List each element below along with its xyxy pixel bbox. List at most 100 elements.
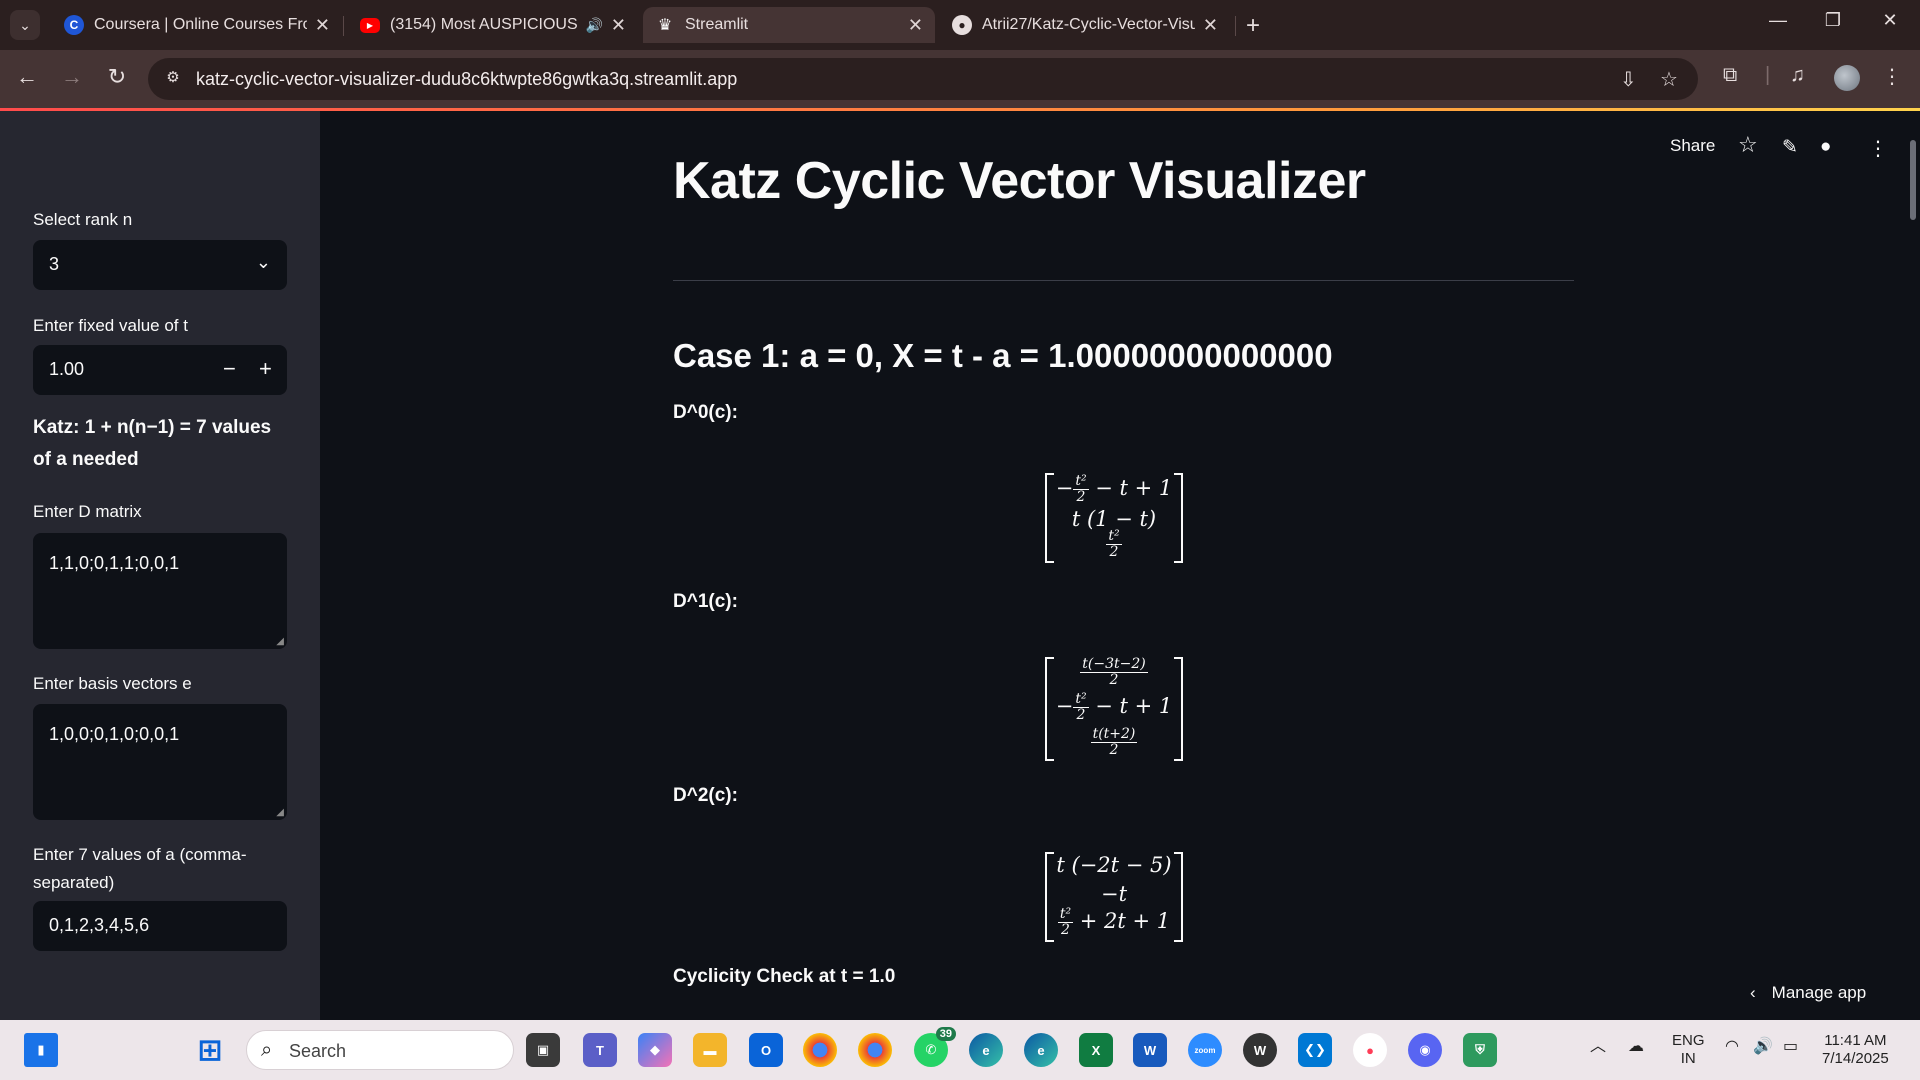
title-divider — [673, 280, 1574, 281]
discord-icon[interactable]: ◉ — [1408, 1033, 1442, 1067]
speaker-icon[interactable]: 🔊 — [585, 17, 602, 34]
onedrive-icon[interactable]: ☁ — [1628, 1038, 1644, 1056]
github-icon: ● — [952, 15, 972, 35]
basis-textarea[interactable]: 1,0,0;0,1,0;0,0,1 ◢ — [33, 704, 287, 820]
denominator: 2 — [1109, 672, 1119, 688]
t-label: Enter fixed value of t — [33, 316, 188, 335]
minimize-icon[interactable]: — — [1758, 10, 1798, 31]
resize-grip-icon[interactable]: ◢ — [276, 636, 284, 647]
app-red-icon[interactable]: ● — [1353, 1033, 1387, 1067]
github-icon[interactable]: ● — [1820, 136, 1831, 158]
reload-icon[interactable]: ↻ — [102, 64, 132, 90]
close-icon[interactable]: ✕ — [611, 15, 626, 36]
d0-label: D^0(c): — [673, 402, 738, 423]
t-number-input[interactable]: 1.00 − + — [33, 345, 287, 395]
taskbar-search[interactable]: ⌕ Search — [246, 1030, 514, 1070]
browser-menu-icon[interactable]: ⋮ — [1882, 64, 1902, 89]
katz-note: Katz: 1 + n(n−1) = 7 values of a needed — [33, 417, 272, 470]
streamlit-icon: ♛ — [657, 17, 673, 34]
scrollbar-thumb[interactable] — [1910, 140, 1916, 220]
extensions-icon[interactable]: ⧉ — [1723, 64, 1737, 87]
denominator: 2 — [1061, 922, 1070, 938]
chevron-left-icon: ‹ — [1750, 983, 1756, 1002]
profile-avatar[interactable] — [1834, 65, 1860, 91]
teams-icon[interactable]: T — [583, 1033, 617, 1067]
fraction: t² 2 — [1073, 691, 1089, 723]
vscode-icon[interactable]: ❮❯ — [1298, 1033, 1332, 1067]
omnibox[interactable]: ⚙ katz-cyclic-vector-visualizer-dudu8c6k… — [148, 58, 1698, 100]
chevron-up-icon[interactable]: ︿ — [1590, 1038, 1606, 1056]
wordpress-icon[interactable]: W — [1243, 1033, 1277, 1067]
clock[interactable]: 11:41 AM 7/14/2025 — [1822, 1032, 1889, 1068]
new-tab-button[interactable]: + — [1246, 12, 1260, 40]
manage-app-button[interactable]: ‹ Manage app — [1750, 983, 1866, 1003]
bookmark-star-icon[interactable]: ☆ — [1660, 67, 1678, 92]
resize-grip-icon[interactable]: ◢ — [276, 807, 284, 818]
sidebar: Select rank n 3 ⌄ Enter fixed value of t… — [0, 111, 320, 1020]
url-text[interactable]: katz-cyclic-vector-visualizer-dudu8c6ktw… — [196, 69, 737, 90]
address-bar: ← → ↻ ⚙ katz-cyclic-vector-visualizer-du… — [0, 50, 1920, 108]
tab-github[interactable]: ● Atrii27/Katz-Cyclic-Vector-Visu ✕ — [940, 7, 1230, 43]
rank-select[interactable]: 3 ⌄ — [33, 240, 287, 290]
widgets-icon[interactable]: ▮ — [24, 1033, 58, 1067]
edge-icon[interactable]: e — [969, 1033, 1003, 1067]
basis-value: 1,0,0;0,1,0;0,0,1 — [49, 724, 180, 744]
t-value[interactable]: 1.00 — [49, 359, 84, 380]
tab-youtube[interactable]: ▶ (3154) Most AUSPICIOUS SI 🔊 ✕ — [348, 7, 638, 43]
forward-icon[interactable]: → — [57, 64, 87, 90]
d1-label: D^1(c): — [673, 591, 738, 612]
fraction: t² 2 — [1073, 474, 1089, 505]
matrix-row: t (−2t − 5) — [1056, 853, 1172, 877]
language-code: ENG — [1672, 1032, 1705, 1049]
more-menu-icon[interactable]: ⋮ — [1868, 136, 1888, 161]
matrix-row: t(−3t−2) 2 — [1045, 657, 1183, 688]
excel-icon[interactable]: X — [1079, 1033, 1113, 1067]
tab-streamlit[interactable]: ♛ Streamlit ✕ — [643, 7, 935, 43]
case-heading: Case 1: a = 0, X = t - a = 1.00000000000… — [673, 337, 1333, 374]
back-icon[interactable]: ← — [12, 64, 42, 90]
d-matrix-label: Enter D matrix — [33, 502, 142, 521]
site-info-icon[interactable]: ⚙ — [162, 68, 184, 90]
decrement-button[interactable]: − — [223, 356, 236, 382]
close-icon[interactable]: ✕ — [1203, 15, 1218, 36]
chrome-profile-icon[interactable] — [858, 1033, 892, 1067]
star-icon[interactable]: ☆ — [1738, 132, 1758, 158]
tab-search-button[interactable]: ⌄ — [10, 10, 40, 40]
tab-coursera[interactable]: C Coursera | Online Courses From ✕ — [52, 7, 342, 43]
media-control-icon[interactable]: ♫ — [1790, 64, 1805, 87]
a-values-value[interactable]: 0,1,2,3,4,5,6 — [49, 915, 149, 936]
matrix-row: t² 2 + 2t + 1 — [1045, 907, 1183, 938]
edge-profile-icon[interactable]: e — [1024, 1033, 1058, 1067]
denominator: 2 — [1109, 742, 1119, 758]
language-indicator[interactable]: ENG IN — [1672, 1032, 1705, 1068]
word-icon[interactable]: W — [1133, 1033, 1167, 1067]
windows-start-icon[interactable]: ⊞ — [193, 1033, 227, 1067]
rank-value: 3 — [49, 254, 60, 274]
task-view-icon[interactable]: ▣ — [526, 1033, 560, 1067]
a-values-input[interactable]: 0,1,2,3,4,5,6 — [33, 901, 287, 951]
volume-icon[interactable]: 🔊 — [1753, 1038, 1773, 1056]
install-app-icon[interactable]: ⇩ — [1620, 67, 1637, 92]
cyclicity-heading: Cyclicity Check at t = 1.0 — [673, 966, 896, 987]
increment-button[interactable]: + — [259, 356, 272, 382]
edit-pencil-icon[interactable]: ✎ — [1782, 136, 1798, 159]
chrome-icon[interactable] — [803, 1033, 837, 1067]
wifi-icon[interactable]: ◠ — [1725, 1038, 1739, 1056]
denominator: 2 — [1076, 707, 1086, 723]
restore-icon[interactable]: ❐ — [1813, 10, 1853, 31]
term: − t + 1 — [1088, 476, 1173, 500]
file-explorer-icon[interactable]: ▬ — [693, 1033, 727, 1067]
security-shield-icon[interactable]: ⛨ — [1463, 1033, 1497, 1067]
whatsapp-icon[interactable]: ✆ 39 — [914, 1027, 956, 1067]
zoom-icon[interactable]: zoom — [1188, 1033, 1222, 1067]
window-close-icon[interactable]: ✕ — [1870, 10, 1910, 31]
outlook-icon[interactable]: O — [749, 1033, 783, 1067]
d-matrix-textarea[interactable]: 1,1,0;0,1,1;0,0,1 ◢ — [33, 533, 287, 649]
copilot-icon[interactable]: ◆ — [638, 1033, 672, 1067]
share-button[interactable]: Share — [1670, 136, 1715, 156]
numerator: t² — [1073, 691, 1089, 708]
close-icon[interactable]: ✕ — [908, 15, 923, 36]
battery-icon[interactable]: ▭ — [1783, 1038, 1798, 1056]
close-icon[interactable]: ✕ — [315, 15, 330, 36]
a-values-label: Enter 7 values of a (comma-separated) — [33, 845, 247, 892]
